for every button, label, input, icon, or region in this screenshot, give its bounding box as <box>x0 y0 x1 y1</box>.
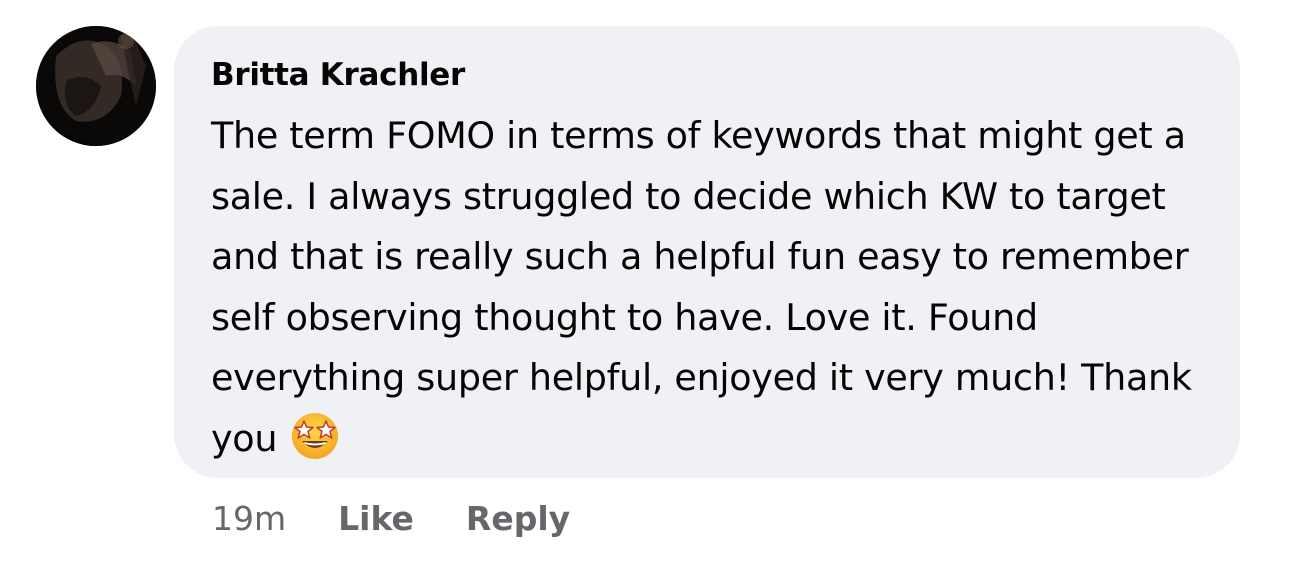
comment-actions: 19m Like Reply <box>212 494 622 542</box>
comment-body: The term FOMO in terms of keywords that … <box>211 106 1211 469</box>
profile-photo-icon <box>36 26 156 146</box>
like-button[interactable]: Like <box>338 499 414 538</box>
comment-timestamp[interactable]: 19m <box>212 499 286 538</box>
star-struck-emoji-icon <box>289 409 341 461</box>
comment-text: The term FOMO in terms of keywords that … <box>211 114 1192 460</box>
reply-button[interactable]: Reply <box>466 499 570 538</box>
avatar[interactable] <box>36 26 156 146</box>
comment-author[interactable]: Britta Krachler <box>211 54 1210 96</box>
comment-bubble: Britta Krachler The term FOMO in terms o… <box>174 26 1240 478</box>
